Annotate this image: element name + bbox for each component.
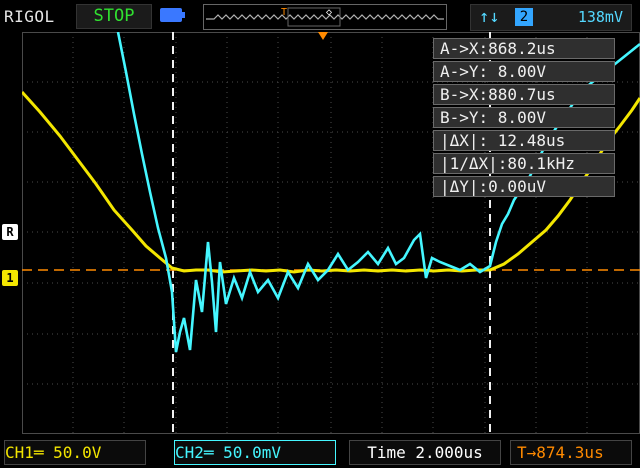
trigger-settings[interactable]: ↑↓ 2 138mV: [470, 4, 632, 31]
timeline-wave-icon: T ◇: [206, 7, 444, 27]
inverse-delta-x: |1/ΔX|:80.1kHz: [433, 153, 615, 174]
channel-offset-marker: 1: [2, 270, 18, 286]
run-stop-status[interactable]: STOP: [76, 4, 152, 29]
bottom-bar: CH1═ 50.0V CH2═ 50.0mV Time 2.000us T→87…: [0, 434, 640, 468]
cursor-measurement-panel: A->X:868.2us A->Y: 8.00V B->X:880.7us B-…: [433, 38, 615, 199]
delta-y: |ΔY|:0.00uV: [433, 176, 615, 197]
time-scale[interactable]: Time 2.000us: [349, 440, 501, 465]
cursor-a-x: A->X:868.2us: [433, 38, 615, 59]
delta-x: |ΔX|: 12.48us: [433, 130, 615, 151]
trigger-edge-icon: ↑↓: [479, 7, 500, 27]
brand-label: RIGOL: [4, 7, 55, 26]
ch2-scale[interactable]: CH2═ 50.0mV: [174, 440, 336, 465]
acquisition-timeline: T ◇: [203, 4, 447, 30]
top-bar: RIGOL STOP T ◇ ↑↓ 2 138mV: [0, 0, 640, 32]
battery-icon: [160, 8, 185, 22]
trigger-time[interactable]: T→874.3us: [510, 440, 632, 465]
svg-text:◇: ◇: [326, 7, 332, 18]
cursor-b-x: B->X:880.7us: [433, 84, 615, 105]
trigger-arrow-icon: [318, 32, 328, 40]
svg-text:T: T: [281, 7, 287, 18]
reference-marker: R: [2, 224, 18, 240]
cursor-a-y: A->Y: 8.00V: [433, 61, 615, 82]
ch1-scale[interactable]: CH1═ 50.0V: [4, 440, 146, 465]
cursor-b-y: B->Y: 8.00V: [433, 107, 615, 128]
trigger-level: 138mV: [577, 8, 623, 26]
trigger-source-badge: 2: [515, 8, 533, 26]
